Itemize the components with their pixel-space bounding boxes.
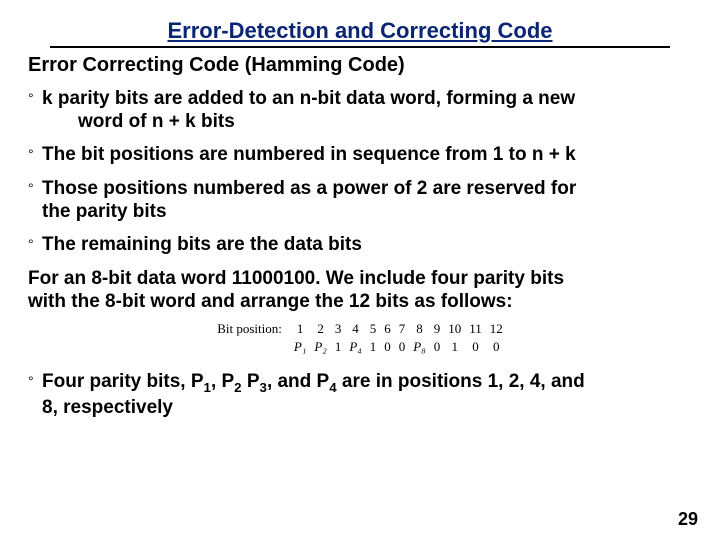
bullet-text: k parity bits are added to an n-bit data…	[42, 88, 575, 109]
pos-cell: 3	[331, 320, 346, 338]
pos-cell: 2	[310, 320, 330, 338]
bullet-text: the parity bits	[42, 201, 167, 222]
bit-cell: 1	[444, 338, 465, 356]
bit-cell: P₂	[310, 338, 330, 356]
bullet-text: The remaining bits are the data bits	[42, 233, 692, 256]
bullet-3: ° Those positions numbered as a power of…	[28, 177, 692, 223]
pos-cell: 6	[380, 320, 395, 338]
bullet-text: word of n + k bits	[42, 111, 235, 132]
pos-cell: 9	[430, 320, 445, 338]
pos-cell: 4	[345, 320, 365, 338]
bit-cell: P₄	[345, 338, 365, 356]
pos-cell: 7	[395, 320, 410, 338]
bullet-1: ° k parity bits are added to an n-bit da…	[28, 87, 692, 133]
pos-cell: 8	[409, 320, 429, 338]
pos-cell: 10	[444, 320, 465, 338]
subscript: 1	[204, 379, 211, 394]
bit-cell: 0	[395, 338, 410, 356]
bullet-mark: °	[28, 177, 42, 199]
bit-cell: P₈	[409, 338, 429, 356]
subscript: 4	[329, 379, 336, 394]
subscript: 2	[234, 379, 241, 394]
bullet-text: P	[242, 371, 260, 392]
pos-cell: 5	[366, 320, 381, 338]
slide-subtitle: Error Correcting Code (Hamming Code)	[28, 54, 692, 77]
bullet-5: ° Four parity bits, P1, P2 P3, and P4 ar…	[28, 370, 692, 419]
bullet-mark: °	[28, 370, 42, 392]
bit-position-table: Bit position: 1 2 3 4 5 6 7 8 9 10 11 12…	[28, 320, 692, 356]
bullet-2: ° The bit positions are numbered in sequ…	[28, 143, 692, 166]
bullet-mark: °	[28, 143, 42, 165]
pos-cell: 12	[486, 320, 507, 338]
bullet-text: , P	[211, 371, 234, 392]
bullet-mark: °	[28, 87, 42, 109]
bit-cell: P₁	[290, 338, 310, 356]
slide-title: Error-Detection and Correcting Code	[50, 18, 670, 48]
bit-cell: 0	[430, 338, 445, 356]
table-label: Bit position:	[213, 320, 290, 338]
bullet-text: 8, respectively	[42, 397, 173, 418]
bullet-text: The bit positions are numbered in sequen…	[42, 143, 692, 166]
slide: Error-Detection and Correcting Code Erro…	[0, 0, 720, 540]
bullet-4: ° The remaining bits are the data bits	[28, 233, 692, 256]
bullet-text: Those positions numbered as a power of 2…	[42, 178, 576, 199]
bullet-text: , and P	[267, 371, 329, 392]
pos-cell: 1	[290, 320, 310, 338]
example-line: For an 8-bit data word 11000100. We incl…	[28, 268, 564, 289]
example-line: with the 8-bit word and arrange the 12 b…	[28, 291, 513, 312]
bit-cell: 1	[366, 338, 381, 356]
bit-cell: 0	[380, 338, 395, 356]
bullet-text: Four parity bits, P	[42, 371, 204, 392]
page-number: 29	[678, 509, 698, 530]
bit-cell: 0	[486, 338, 507, 356]
example-text: For an 8-bit data word 11000100. We incl…	[28, 268, 692, 314]
bullet-text: are in positions 1, 2, 4, and	[337, 371, 585, 392]
bit-cell: 1	[331, 338, 346, 356]
pos-cell: 11	[465, 320, 486, 338]
subscript: 3	[260, 379, 267, 394]
bit-cell: 0	[465, 338, 486, 356]
bullet-mark: °	[28, 233, 42, 255]
